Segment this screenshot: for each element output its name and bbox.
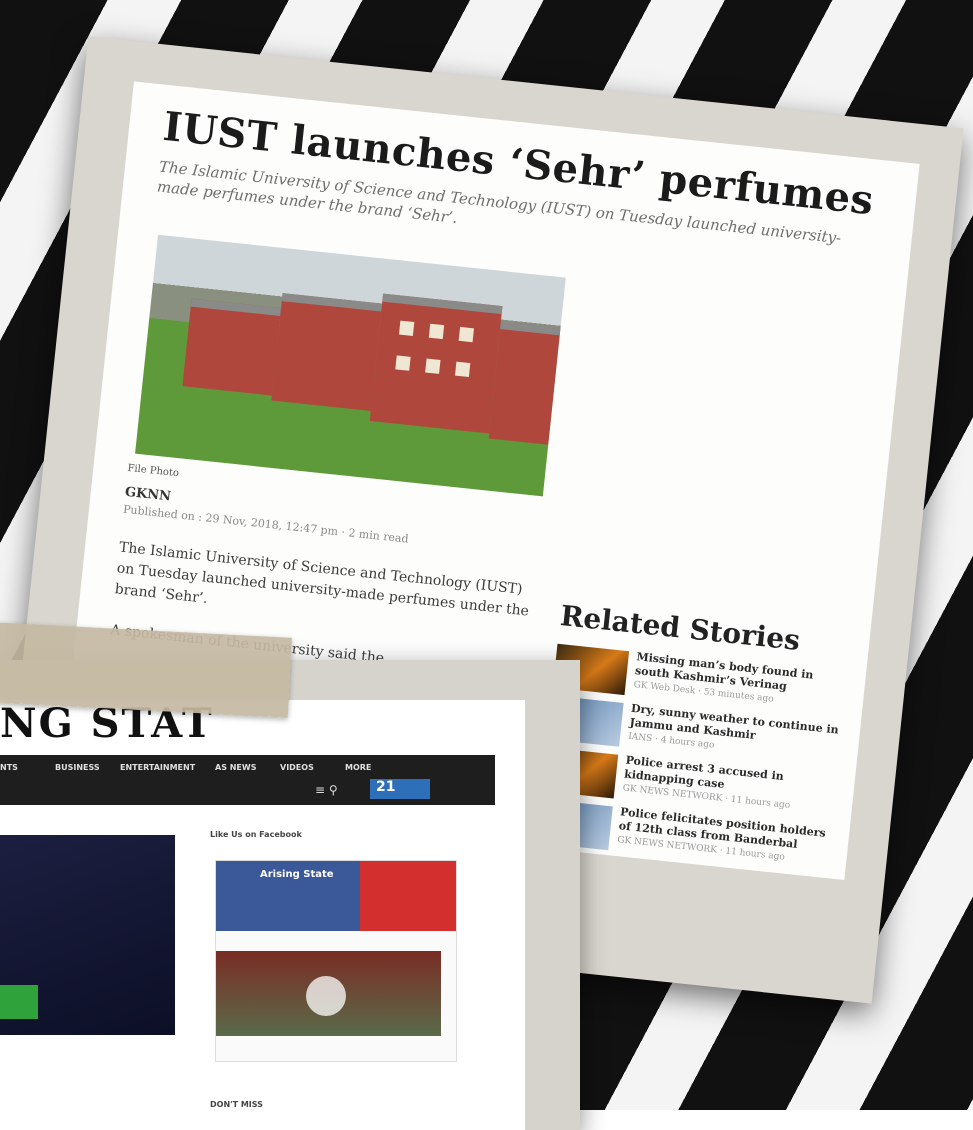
website-polaroid: NG STAT NTS BUSINESS ENTERTAINMENT AS NE… [0, 660, 580, 1130]
building [488, 321, 561, 445]
window [425, 358, 441, 374]
menu-search-icons[interactable]: ≡ ⚲ [315, 783, 338, 797]
facebook-page-name[interactable]: Arising State [260, 869, 334, 880]
masking-tape [0, 622, 292, 718]
window [454, 361, 471, 378]
nav-item[interactable]: ENTERTAINMENT [120, 763, 195, 772]
badge-21[interactable]: 21 [370, 779, 430, 799]
window [395, 355, 411, 371]
dont-miss-heading: DON'T MISS [210, 1100, 263, 1109]
building [182, 298, 282, 396]
nav-item[interactable]: BUSINESS [55, 763, 100, 772]
related-stories: Related Stories Missing man’s body found… [536, 599, 861, 880]
nav-item[interactable]: AS NEWS [215, 763, 256, 772]
video-conference-thumbnail[interactable] [0, 835, 175, 1035]
website-screenshot: NG STAT NTS BUSINESS ENTERTAINMENT AS NE… [0, 700, 525, 1130]
article-author[interactable]: GKNN [124, 485, 171, 505]
facebook-heading: Like Us on Facebook [210, 830, 302, 839]
window [398, 320, 415, 336]
facebook-widget[interactable]: Arising State [215, 860, 457, 1062]
window [458, 326, 475, 343]
facebook-banner[interactable] [216, 861, 456, 931]
play-icon[interactable] [306, 976, 346, 1016]
nav-item[interactable]: MORE [345, 763, 371, 772]
nav-item[interactable]: NTS [0, 763, 18, 772]
window [428, 323, 445, 340]
photo-caption: File Photo [126, 462, 180, 480]
publish-date: Published on : 29 Nov, 2018, 12:47 pm · … [122, 502, 410, 546]
green-tile [0, 985, 38, 1019]
campus-photo [135, 234, 566, 497]
nav-item[interactable]: VIDEOS [280, 763, 314, 772]
site-navbar: NTS BUSINESS ENTERTAINMENT AS NEWS VIDEO… [0, 755, 495, 805]
building [271, 293, 383, 411]
